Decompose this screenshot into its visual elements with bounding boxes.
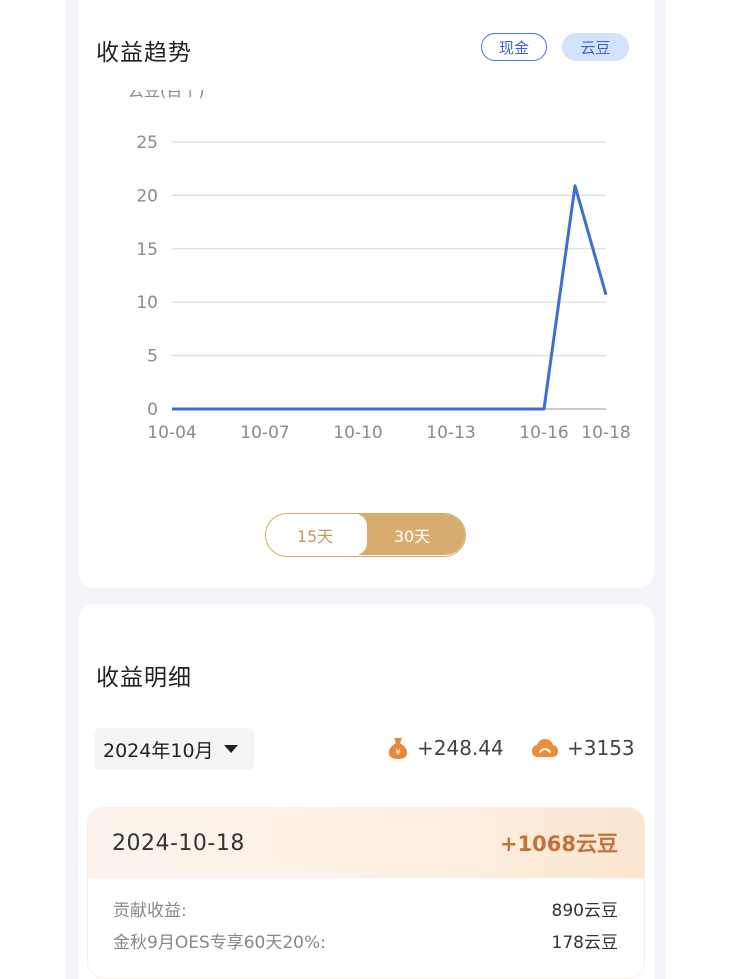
y-tick-label: 5 [147, 347, 158, 367]
trend-chart: 云豆(百个) 0 5 10 15 20 25 10-04 10-07 10-10 10-13 10-1… [128, 90, 631, 443]
period-30-label: 30天 [393, 526, 431, 546]
cash-summary: ¥ +248.44 [387, 732, 504, 764]
series-line [172, 184, 608, 411]
svg-text:¥: ¥ [395, 748, 401, 758]
x-tick-label: 10-04 [147, 423, 196, 443]
day-date: 2024-10-18 [112, 830, 245, 856]
x-tick-label: 10-16 [519, 423, 568, 443]
bean-summary: +3153 [531, 732, 635, 764]
toggle-bean[interactable]: 云豆 [562, 33, 629, 61]
list-item: 金秋9月OES专享60天20%: 178云豆 [88, 924, 644, 956]
y-tick-label: 20 [136, 186, 158, 206]
y-tick-label: 15 [136, 240, 158, 260]
cash-total: +248.44 [417, 736, 504, 760]
day-record-rows: 贡献收益: 890云豆 金秋9月OES专享60天20%: 178云豆 [88, 878, 644, 956]
period-15-option[interactable]: 15天 [266, 514, 364, 555]
x-tick-label: 10-07 [240, 423, 289, 443]
month-selector[interactable]: 2024年10月 [94, 728, 254, 770]
x-tick-label: 10-18 [581, 423, 630, 443]
toggle-cash[interactable]: 现金 [481, 33, 547, 61]
month-label: 2024年10月 [103, 739, 214, 762]
detail-card: 收益明细 2024年10月 ¥ +248.44 +3153 2024-10-18… [78, 604, 654, 979]
trend-card: 收益趋势 现金 云豆 云豆(百个) 0 5 10 15 20 25 10-04 10-07 10-… [78, 0, 654, 588]
row-label: 金秋9月OES专享60天20%: [113, 932, 326, 953]
period-30-option[interactable]: 30天 [355, 514, 465, 555]
day-total: +1068云豆 [499, 832, 618, 856]
caret-down-icon [223, 745, 238, 753]
x-tick-label: 10-10 [333, 423, 382, 443]
day-record-card: 2024-10-18 +1068云豆 贡献收益: 890云豆 金秋9月OES专享… [88, 808, 644, 978]
cloud-bean-icon [532, 739, 558, 757]
period-switch: 15天 30天 [265, 513, 466, 557]
day-record-header: 2024-10-18 +1068云豆 [88, 808, 644, 878]
bean-total: +3153 [567, 736, 635, 760]
row-value: 178云豆 [551, 932, 618, 953]
y-tick-label: 25 [136, 133, 158, 153]
list-item: 贡献收益: 890云豆 [88, 892, 644, 924]
row-label: 贡献收益: [113, 900, 187, 921]
detail-title: 收益明细 [96, 665, 192, 691]
y-tick-label: 10 [136, 293, 158, 313]
y-tick-label: 0 [147, 400, 158, 420]
trend-title: 收益趋势 [96, 40, 192, 66]
row-value: 890云豆 [551, 900, 618, 921]
x-tick-label: 10-13 [426, 423, 475, 443]
y-axis-label: 云豆(百个) [128, 90, 205, 100]
money-bag-icon: ¥ [388, 738, 408, 759]
